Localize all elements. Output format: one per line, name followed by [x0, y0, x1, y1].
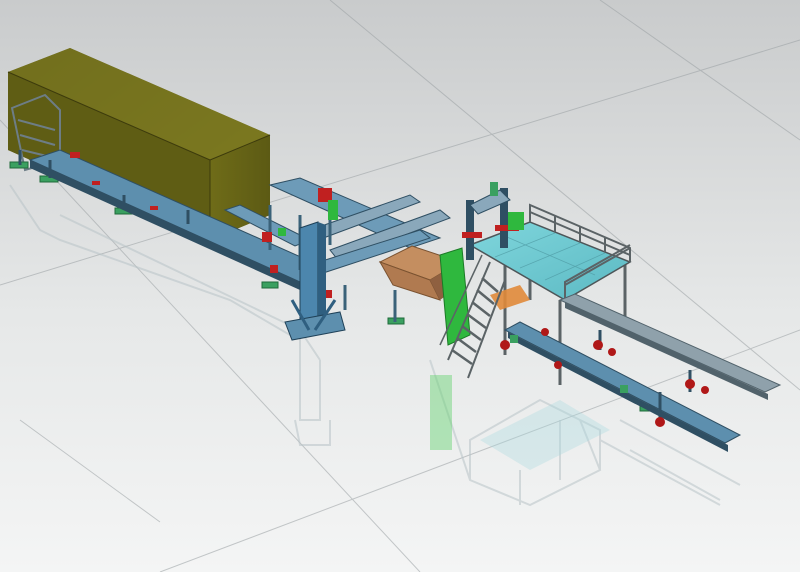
- cad-viewport: [0, 0, 800, 572]
- green-panel-reflection: [430, 375, 452, 450]
- production-line-render: [0, 0, 800, 572]
